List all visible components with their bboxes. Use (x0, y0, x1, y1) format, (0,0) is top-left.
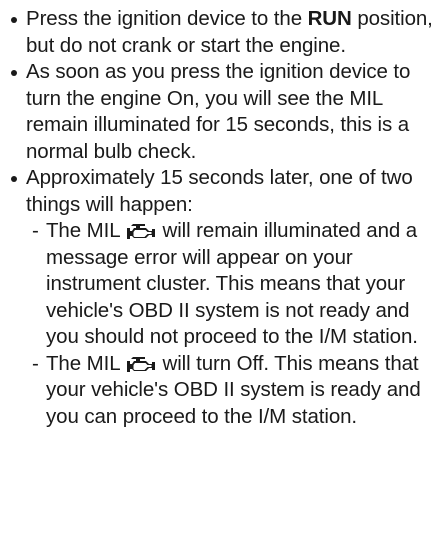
outcome-item: - The MIL will remain illuminated and a m… (32, 218, 438, 351)
bullet-2-text: As soon as you press the ignition device… (26, 60, 411, 163)
check-engine-icon (125, 352, 159, 374)
outcome-list: - The MIL will remain illuminated and a m… (26, 218, 438, 430)
outcome-item: - The MIL will turn Off. This means that … (32, 351, 438, 431)
outcome-1-text-start: The MIL (46, 219, 121, 242)
bullet-icon (10, 165, 24, 182)
check-engine-icon (125, 219, 159, 241)
bullet-3-text: Approximately 15 seconds later, one of t… (26, 166, 413, 216)
dash-marker: - (32, 219, 39, 242)
list-item: Press the ignition device to the RUN pos… (10, 6, 438, 59)
dash-marker: - (32, 351, 39, 375)
bullet-icon (10, 6, 24, 23)
bullet-1-text-start: Press the ignition device to the (26, 7, 308, 30)
run-position-label: RUN (307, 7, 352, 30)
list-item: As soon as you press the ignition device… (10, 59, 438, 165)
manual-page: Press the ignition device to the RUN pos… (0, 0, 448, 544)
instruction-list: Press the ignition device to the RUN pos… (10, 6, 438, 430)
list-item: Approximately 15 seconds later, one of t… (10, 165, 438, 430)
bullet-icon (10, 59, 24, 76)
outcome-2-text-start: The MIL (46, 351, 121, 375)
